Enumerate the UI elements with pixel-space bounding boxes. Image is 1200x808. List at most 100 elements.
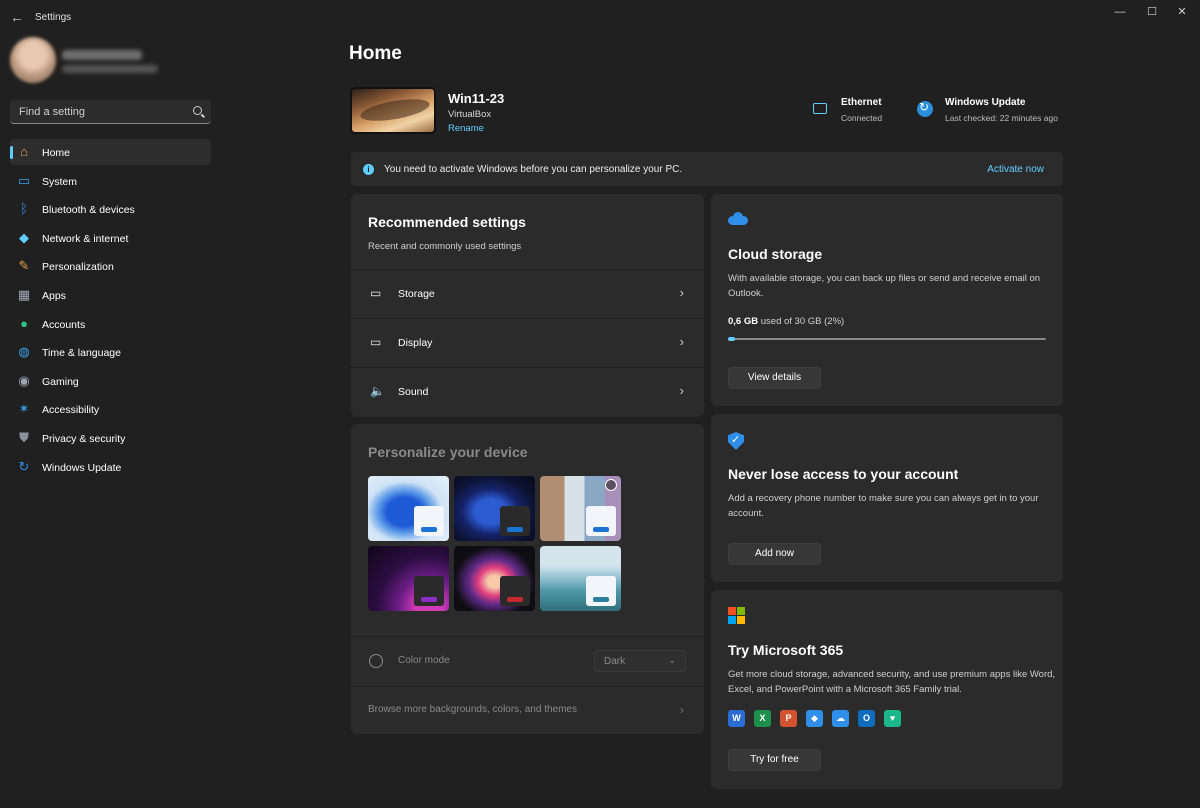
bluetooth-icon: ᛒ <box>20 201 28 217</box>
excel-icon: X <box>754 710 771 727</box>
sidebar-item-label: Network & internet <box>42 232 129 245</box>
ethernet-status[interactable]: Ethernet Connected <box>813 97 903 127</box>
view-details-button[interactable]: View details <box>728 367 821 389</box>
sidebar-item-apps[interactable]: ▦ Apps <box>10 282 211 308</box>
activation-banner: i You need to activate Windows before yo… <box>351 152 1063 186</box>
storage-used: 0,6 GB <box>728 316 759 327</box>
account-title: Never lose access to your account <box>728 466 959 482</box>
sidebar-item-network-internet[interactable]: ◆ Network & internet <box>10 225 211 251</box>
recommended-subtitle: Recent and commonly used settings <box>368 241 522 252</box>
sidebar-item-privacy-security[interactable]: ⛊ Privacy & security <box>10 425 211 451</box>
row-label: Display <box>398 337 433 349</box>
theme-tile[interactable] <box>368 476 449 541</box>
theme-tile[interactable] <box>454 476 535 541</box>
sidebar-item-accessibility[interactable]: ✶ Accessibility <box>10 396 211 422</box>
shield-icon: ⛊ <box>19 429 29 445</box>
sidebar-item-label: Windows Update <box>42 461 122 474</box>
theme-tile[interactable] <box>540 476 621 541</box>
browse-themes-label: Browse more backgrounds, colors, and the… <box>368 704 577 715</box>
m365-title: Try Microsoft 365 <box>728 642 844 658</box>
recommended-title: Recommended settings <box>368 214 526 230</box>
storage-progress-bar <box>728 337 1046 341</box>
profile-name-blurred <box>62 50 142 60</box>
outlook-icon: O <box>858 710 875 727</box>
storage-total: used of 30 GB (2%) <box>760 316 845 327</box>
recommended-row-display[interactable]: ▭ Display › <box>351 318 704 366</box>
color-mode-row: Color mode Dark ⌄ <box>351 636 704 684</box>
sidebar-item-gaming[interactable]: ◉ Gaming <box>10 368 211 394</box>
apps-icon: ▦ <box>17 286 31 302</box>
ethernet-icon <box>813 103 827 114</box>
try-for-free-button[interactable]: Try for free <box>728 749 821 771</box>
rename-link[interactable]: Rename <box>448 123 484 134</box>
sidebar-item-bluetooth-devices[interactable]: ᛒ Bluetooth & devices <box>10 196 211 222</box>
chevron-right-icon: › <box>679 383 684 398</box>
globe-icon: ◍ <box>18 344 30 360</box>
chevron-right-icon: › <box>679 285 684 300</box>
sidebar-item-label: System <box>42 175 78 188</box>
minimize-button[interactable]: — <box>1102 4 1138 20</box>
personalize-title: Personalize your device <box>368 444 528 460</box>
family-icon: ♥ <box>884 710 901 727</box>
sidebar-item-label: Home <box>42 147 71 159</box>
gamepad-icon: ◉ <box>18 372 30 388</box>
slideshow-icon <box>605 479 617 491</box>
profile-email-blurred <box>62 65 158 73</box>
storage-progress-fill <box>728 337 735 341</box>
sidebar-item-label: Accounts <box>42 318 86 331</box>
info-icon: i <box>363 164 374 175</box>
color-mode-value: Dark <box>604 656 626 667</box>
add-now-button[interactable]: Add now <box>728 543 821 565</box>
sidebar-item-accounts[interactable]: ● Accounts <box>10 311 211 337</box>
shield-check-icon <box>728 432 744 450</box>
home-icon: ⌂ <box>20 144 28 159</box>
recommended-row-storage[interactable]: ▭ Storage › <box>351 269 704 317</box>
cloud-title: Cloud storage <box>728 246 823 262</box>
update-icon: ↻ <box>18 458 30 474</box>
account-protection-card: Never lose access to your account Add a … <box>711 414 1063 582</box>
activate-now-link[interactable]: Activate now <box>987 164 1044 175</box>
chevron-down-icon: ⌄ <box>668 655 676 665</box>
personalize-card: Personalize your device Color mode Dark … <box>351 424 704 734</box>
row-label: Sound <box>398 386 429 398</box>
sidebar-item-system[interactable]: ▭ System <box>10 168 211 194</box>
device-wallpaper-thumbnail <box>350 87 436 134</box>
back-arrow-icon[interactable]: ← <box>8 8 26 26</box>
theme-tile[interactable] <box>368 546 449 611</box>
storage-icon: ▭ <box>370 286 382 300</box>
sidebar-item-home[interactable]: ⌂ Home <box>10 139 211 165</box>
close-button[interactable]: ✕ <box>1164 4 1200 20</box>
sidebar-item-personalization[interactable]: ✎ Personalization <box>10 253 211 279</box>
avatar[interactable] <box>10 37 56 83</box>
system-icon: ▭ <box>17 172 31 188</box>
account-desc: Add a recovery phone number to make sure… <box>728 493 1039 519</box>
sidebar-item-windows-update[interactable]: ↻ Windows Update <box>10 454 211 480</box>
search-box[interactable]: Find a setting <box>10 100 211 124</box>
user-profile[interactable] <box>10 37 190 87</box>
person-icon: ● <box>20 315 28 331</box>
defender-icon: ◆ <box>806 710 823 727</box>
sidebar-nav: ⌂ Home ▭ System ᛒ Bluetooth & devices ◆ Network… <box>10 139 211 482</box>
chevron-right-icon: › <box>679 334 684 349</box>
theme-tile[interactable] <box>540 546 621 611</box>
recommended-row-sound[interactable]: 🔈 Sound › <box>351 367 704 415</box>
cloud-desc: With available storage, you can back up … <box>728 273 1041 299</box>
browse-themes-row[interactable]: Browse more backgrounds, colors, and the… <box>351 686 704 734</box>
page-title: Home <box>349 43 402 64</box>
app-title: Settings <box>35 12 72 23</box>
search-input[interactable]: Find a setting <box>19 106 85 118</box>
windows-update-status[interactable]: Windows Update Last checked: 22 minutes … <box>917 97 1063 127</box>
sidebar-item-label: Accessibility <box>42 404 100 417</box>
banner-text: You need to activate Windows before you … <box>384 164 683 175</box>
display-icon: ▭ <box>370 335 382 349</box>
ethernet-title: Ethernet <box>841 97 882 108</box>
title-bar: ← Settings — ☐ ✕ <box>0 0 1200 34</box>
device-model: VirtualBox <box>448 109 492 120</box>
theme-tile[interactable] <box>454 546 535 611</box>
brush-icon: ✎ <box>18 258 30 274</box>
search-icon[interactable] <box>193 106 202 115</box>
ethernet-sub: Connected <box>841 113 883 123</box>
color-mode-dropdown[interactable]: Dark ⌄ <box>594 650 686 672</box>
sidebar-item-time-language[interactable]: ◍ Time & language <box>10 339 211 365</box>
sidebar-item-label: Bluetooth & devices <box>42 204 135 217</box>
